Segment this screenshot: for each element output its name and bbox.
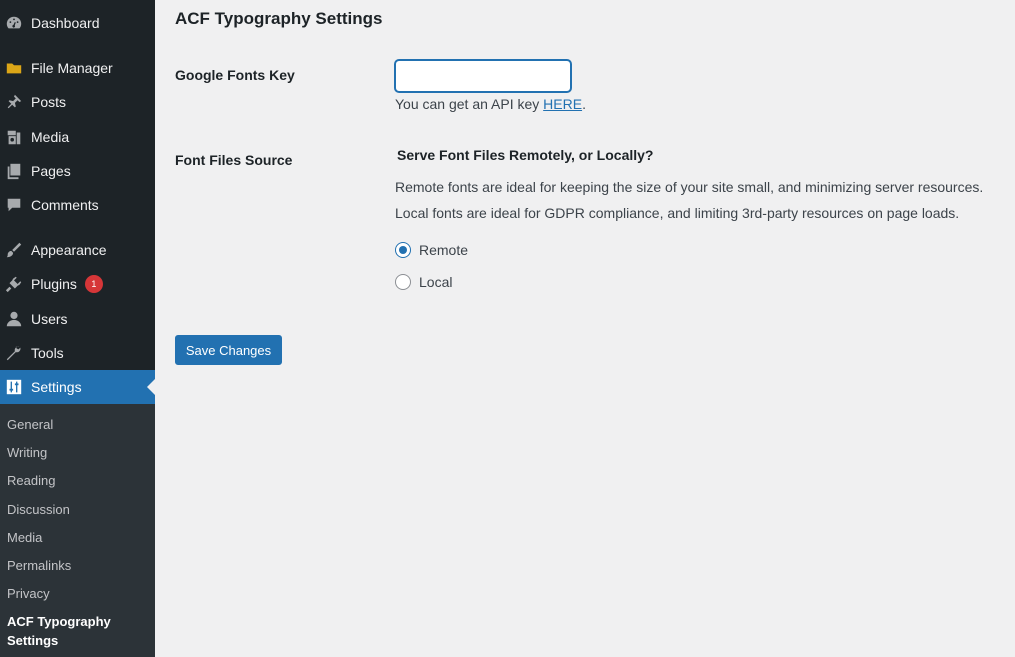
menu-label: Users <box>31 311 68 327</box>
comment-icon <box>5 196 23 214</box>
menu-comments[interactable]: Comments <box>0 188 155 222</box>
submenu-discussion[interactable]: Discussion <box>7 500 147 519</box>
menu-media[interactable]: Media <box>0 120 155 154</box>
menu-pages[interactable]: Pages <box>0 154 155 188</box>
api-key-help-text: You can get an API key HERE. <box>395 96 586 112</box>
menu-label: Posts <box>31 94 67 110</box>
menu-label: Dashboard <box>31 15 100 31</box>
update-count-badge: 1 <box>84 275 103 293</box>
menu-tools[interactable]: Tools <box>0 336 155 370</box>
google-fonts-key-label: Google Fonts Key <box>175 67 295 83</box>
submenu-permalinks[interactable]: Permalinks <box>7 556 147 575</box>
menu-dashboard[interactable]: Dashboard <box>0 6 155 40</box>
menu-users[interactable]: Users <box>0 302 155 336</box>
wrench-icon <box>5 344 23 362</box>
menu-plugins[interactable]: Plugins 1 <box>0 267 155 301</box>
user-icon <box>5 310 23 328</box>
menu-posts[interactable]: Posts <box>0 85 155 119</box>
remote-description: Remote fonts are ideal for keeping the s… <box>395 179 984 195</box>
api-key-link[interactable]: HERE <box>543 96 582 112</box>
plugin-icon <box>5 275 23 293</box>
admin-sidebar: Dashboard File Manager Posts Media Pages… <box>0 0 155 657</box>
pushpin-icon <box>5 93 23 111</box>
pages-icon <box>5 162 23 180</box>
menu-label: Plugins <box>31 276 77 292</box>
radio-local-button[interactable] <box>395 274 411 290</box>
menu-label: Comments <box>31 197 99 213</box>
submenu-acf-typography[interactable]: ACF Typography Settings <box>7 612 127 650</box>
page-title: ACF Typography Settings <box>175 9 383 28</box>
menu-file-manager[interactable]: File Manager <box>0 51 155 85</box>
font-files-source-label: Font Files Source <box>175 152 293 168</box>
brush-icon <box>5 241 23 259</box>
menu-label: Media <box>31 129 70 145</box>
main-content: ACF Typography Settings Google Fonts Key… <box>155 0 1015 657</box>
help-prefix: You can get an API key <box>395 96 544 112</box>
submenu-general[interactable]: General <box>7 415 147 434</box>
google-fonts-key-input[interactable] <box>395 60 571 92</box>
radio-local[interactable]: Local <box>395 274 452 290</box>
settings-submenu: General Writing Reading Discussion Media… <box>0 404 155 657</box>
menu-label: File Manager <box>31 60 113 76</box>
radio-remote-label: Remote <box>419 242 469 258</box>
folder-icon <box>5 59 23 77</box>
dashboard-icon <box>5 14 23 32</box>
submenu-writing[interactable]: Writing <box>7 443 147 462</box>
menu-label: Tools <box>31 345 64 361</box>
settings-icon <box>5 378 23 396</box>
font-source-heading: Serve Font Files Remotely, or Locally? <box>397 147 654 163</box>
help-suffix: . <box>582 96 586 112</box>
menu-label: Appearance <box>31 242 107 258</box>
submenu-reading[interactable]: Reading <box>7 471 147 490</box>
menu-settings[interactable]: Settings <box>0 370 155 404</box>
submenu-privacy[interactable]: Privacy <box>7 584 147 603</box>
radio-remote[interactable]: Remote <box>395 242 468 258</box>
radio-local-label: Local <box>419 274 453 290</box>
radio-remote-button[interactable] <box>395 242 411 258</box>
submenu-media[interactable]: Media <box>7 528 147 547</box>
save-changes-button[interactable]: Save Changes <box>175 335 282 365</box>
media-icon <box>5 128 23 146</box>
menu-label: Settings <box>31 379 82 395</box>
menu-appearance[interactable]: Appearance <box>0 233 155 267</box>
menu-label: Pages <box>31 163 71 179</box>
local-description: Local fonts are ideal for GDPR complianc… <box>395 205 960 221</box>
